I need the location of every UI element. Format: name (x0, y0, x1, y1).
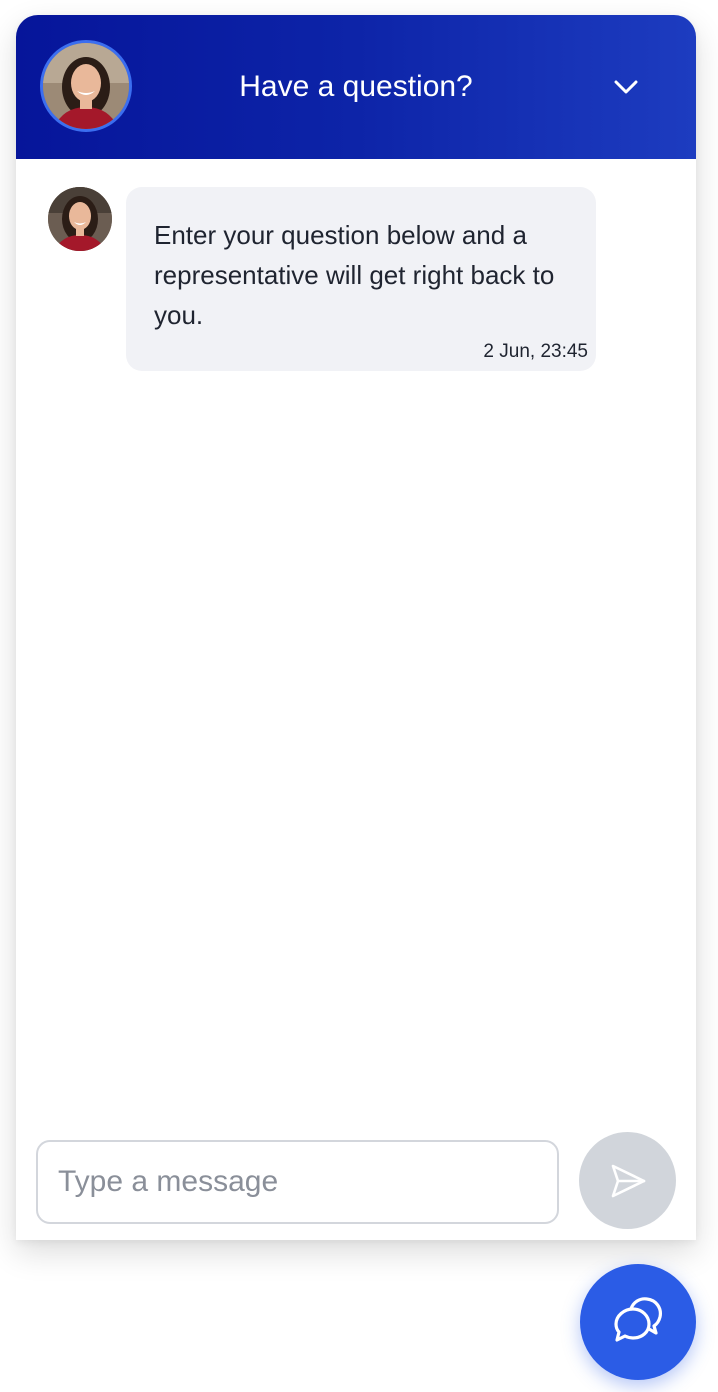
agent-photo-icon (48, 187, 112, 251)
message-input[interactable] (38, 1142, 557, 1222)
chat-header: Have a question? (16, 15, 696, 159)
chat-launcher-button[interactable] (580, 1264, 696, 1380)
message-input-container (36, 1140, 559, 1224)
collapse-button[interactable] (606, 67, 646, 107)
chevron-down-icon (614, 80, 638, 94)
send-button[interactable] (579, 1132, 676, 1229)
chat-window: Have a question? Enter your question bel… (16, 15, 696, 1240)
chat-bubbles-icon (614, 1297, 662, 1342)
chat-title: Have a question? (239, 70, 473, 103)
agent-message-bubble: Enter your question below and a represen… (126, 187, 596, 371)
send-icon (611, 1164, 645, 1197)
message-text: Enter your question below and a represen… (154, 220, 555, 330)
message-timestamp: 2 Jun, 23:45 (483, 341, 588, 362)
message-avatar (48, 187, 112, 251)
